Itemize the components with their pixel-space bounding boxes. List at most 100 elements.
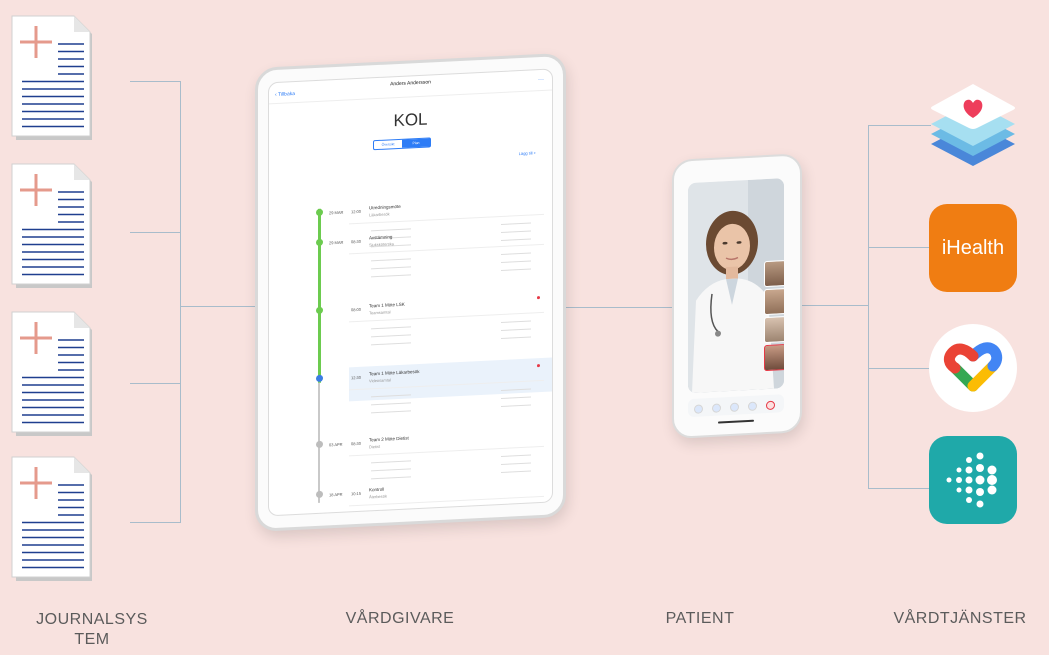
- detail-line: [371, 274, 411, 278]
- timeline-active: [318, 208, 321, 383]
- services-connector-bracket: [868, 125, 931, 489]
- end-call-icon[interactable]: [766, 400, 775, 411]
- journal-connector-mid2: [130, 383, 180, 384]
- google-fit-icon: [929, 324, 1017, 412]
- row-subtitle: Sjuksköterska: [369, 241, 394, 248]
- detail-line: [371, 476, 411, 480]
- timeline-dot: [316, 440, 323, 449]
- home-indicator: [718, 419, 754, 424]
- row-time: 12:30: [351, 374, 362, 381]
- timeline-dot: [316, 238, 323, 247]
- document-icon: [10, 14, 96, 140]
- row-title[interactable]: Avstämning: [369, 234, 392, 240]
- row-date: 29 MAR: [329, 239, 344, 246]
- journal-label-line1: JOURNALSYS: [36, 611, 148, 628]
- detail-line: [371, 266, 411, 270]
- journal-connector-mid1: [130, 232, 180, 233]
- detail-line: [501, 238, 531, 241]
- share-icon[interactable]: [730, 402, 739, 412]
- detail-line: [501, 396, 531, 399]
- document-icon: [10, 162, 96, 288]
- row-title[interactable]: Team 2 Möte Dietist: [369, 435, 409, 442]
- row-subtitle: Återbesök: [369, 493, 388, 500]
- camera-icon[interactable]: [694, 404, 703, 414]
- participant-thumb-2[interactable]: [764, 288, 784, 316]
- add-button[interactable]: Lägg till +: [519, 150, 536, 156]
- document-icon: [10, 310, 96, 436]
- journal-to-tablet-line: [180, 306, 258, 307]
- apple-health-icon: [929, 82, 1017, 170]
- video-call-view: [688, 178, 784, 394]
- row-subtitle: Dietist: [369, 443, 381, 450]
- detail-line: [501, 268, 531, 271]
- services-connector-mid1: [868, 247, 930, 248]
- row-time: 08:00: [351, 306, 362, 313]
- services-label: VÅRDTJÄNSTER: [893, 610, 1027, 627]
- row-date: 29 MAR: [329, 209, 344, 216]
- detail-line: [501, 470, 531, 473]
- alert-dot: [537, 296, 540, 300]
- tab-plan[interactable]: Plan: [402, 138, 430, 148]
- timeline-dot: [316, 490, 323, 499]
- detail-line: [501, 222, 531, 225]
- row-subtitle: Läkarbesök: [369, 211, 390, 218]
- call-toolbar: [688, 394, 784, 418]
- detail-line: [371, 460, 411, 464]
- participant-thumb-3[interactable]: [764, 316, 784, 344]
- add-label: Lägg till: [518, 150, 533, 157]
- row-subtitle: Teamsamtal: [369, 309, 391, 316]
- patient-name: Anders Andersson: [390, 79, 431, 88]
- detail-line: [371, 326, 411, 330]
- detail-line: [371, 402, 411, 406]
- detail-line: [501, 462, 531, 465]
- participant-thumb-self[interactable]: [764, 344, 784, 372]
- detail-line: [371, 410, 411, 414]
- row-time: 08:30: [351, 440, 362, 447]
- ihealth-label: iHealth: [941, 237, 1005, 259]
- chat-icon[interactable]: [748, 401, 757, 412]
- tab-overview[interactable]: Översikt: [374, 140, 402, 149]
- detail-line: [371, 334, 411, 338]
- fitbit-icon: [929, 436, 1017, 524]
- detail-line: [501, 260, 531, 263]
- journal-connector-bracket: [130, 81, 181, 523]
- detail-line: [501, 328, 531, 331]
- row-date: 18 APR: [329, 491, 343, 498]
- detail-line: [501, 404, 531, 407]
- document-icon: [10, 455, 96, 581]
- row-subtitle: Videosamtal: [369, 377, 391, 384]
- row-title[interactable]: Utredningsmöte: [369, 204, 401, 211]
- detail-line: [371, 468, 411, 472]
- row-title[interactable]: Team 1 Möte LSK: [369, 302, 405, 309]
- detail-line: [501, 320, 531, 323]
- ihealth-icon: iHealth: [929, 204, 1017, 292]
- detail-line: [501, 454, 531, 457]
- row-time: 08:30: [351, 238, 362, 245]
- detail-line: [371, 342, 411, 346]
- mic-icon[interactable]: [712, 403, 721, 413]
- row-time: 12:00: [351, 208, 362, 215]
- caregiver-tablet: ‹ Tillbaka Anders Andersson ··· KOL Över…: [255, 52, 566, 533]
- page-title: KOL: [393, 109, 428, 131]
- tablet-screen: ‹ Tillbaka Anders Andersson ··· KOL Över…: [268, 68, 553, 517]
- row-title[interactable]: Kontroll: [369, 487, 384, 493]
- caregiver-label: VÅRDGIVARE: [345, 610, 455, 627]
- timeline-dot: [316, 374, 323, 383]
- journal-label: JOURNALSYS TEM: [22, 610, 162, 650]
- detail-line: [501, 230, 531, 233]
- timeline-dot: [316, 306, 323, 315]
- tablet-header: ‹ Tillbaka Anders Andersson ···: [269, 69, 552, 105]
- participant-thumb-1[interactable]: [764, 260, 784, 288]
- detail-line: [501, 336, 531, 339]
- patient-label: PATIENT: [665, 610, 735, 627]
- detail-line: [501, 252, 531, 255]
- row-time: 10:15: [351, 490, 362, 497]
- timeline-dot: [316, 208, 323, 217]
- more-icon[interactable]: ···: [538, 77, 544, 83]
- phone-to-services-line: [798, 305, 868, 306]
- patient-phone: [672, 153, 802, 439]
- row-date: 03 APR: [329, 441, 343, 448]
- view-segmented-control[interactable]: Översikt Plan: [373, 137, 431, 151]
- tablet-to-phone-line: [558, 307, 674, 308]
- detail-line: [371, 228, 411, 232]
